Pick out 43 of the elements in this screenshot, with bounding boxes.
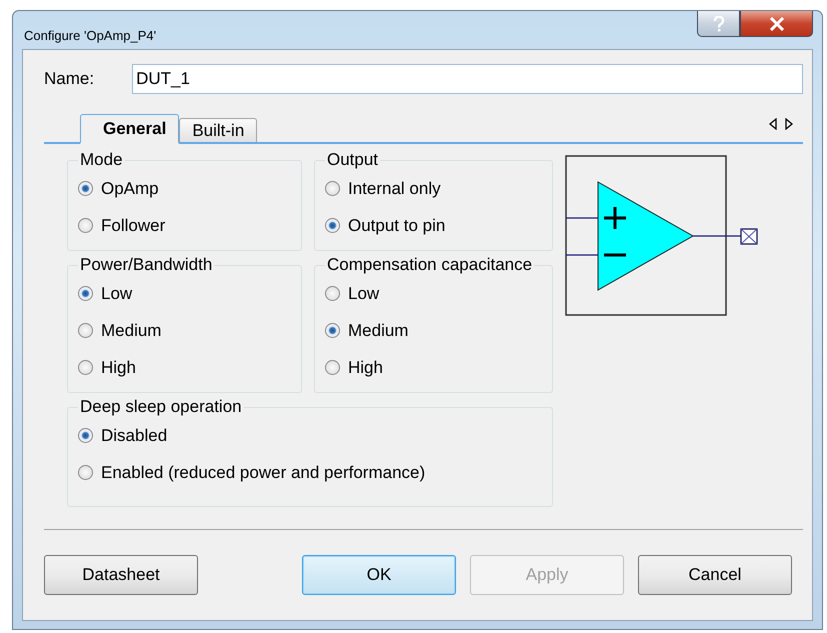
radio-button[interactable] bbox=[78, 428, 93, 443]
option-label: Enabled (reduced power and performance) bbox=[101, 462, 426, 482]
radio-button[interactable] bbox=[325, 286, 340, 301]
group-title: Output bbox=[326, 150, 380, 170]
window-title: Configure 'OpAmp_P4' bbox=[24, 28, 156, 43]
radio-button[interactable] bbox=[78, 218, 93, 233]
group-title: Deep sleep operation bbox=[79, 397, 243, 417]
radio-button[interactable] bbox=[78, 181, 93, 196]
help-button[interactable] bbox=[697, 11, 740, 37]
dialog-button[interactable]: OK bbox=[302, 555, 456, 595]
help-icon bbox=[712, 16, 724, 32]
radio-button[interactable] bbox=[78, 360, 93, 375]
option-label: High bbox=[348, 358, 383, 378]
radio-button[interactable] bbox=[325, 181, 340, 196]
name-label: Name: bbox=[44, 69, 94, 89]
close-icon bbox=[768, 16, 784, 30]
dialog-button[interactable]: Cancel bbox=[638, 555, 792, 595]
option-label: Low bbox=[348, 284, 380, 304]
radio-button[interactable] bbox=[325, 360, 340, 375]
option-label: Low bbox=[101, 284, 132, 304]
group-title: Compensation capacitance bbox=[326, 255, 534, 275]
radio-button[interactable] bbox=[78, 323, 93, 338]
scroll-left-icon[interactable] bbox=[769, 118, 777, 130]
option-label: High bbox=[101, 358, 136, 378]
radio-button[interactable] bbox=[78, 286, 93, 301]
name-field[interactable]: DUT_1 bbox=[132, 64, 803, 94]
option-label: OpAmp bbox=[101, 178, 159, 198]
option-label: Medium bbox=[101, 320, 162, 340]
close-button[interactable] bbox=[740, 11, 813, 37]
dialog-button[interactable]: Datasheet bbox=[44, 555, 198, 595]
radio-button[interactable] bbox=[325, 323, 340, 338]
option-label: Output to pin bbox=[348, 216, 446, 236]
tab[interactable]: Built-in bbox=[179, 118, 258, 144]
radio-button[interactable] bbox=[78, 465, 93, 480]
group-title: Power/Bandwidth bbox=[79, 255, 214, 275]
option-label: Medium bbox=[348, 320, 408, 340]
option-label: Internal only bbox=[348, 178, 441, 198]
option-label: Disabled bbox=[101, 426, 168, 446]
group-title: Mode bbox=[79, 150, 124, 170]
scroll-right-icon[interactable] bbox=[785, 118, 793, 130]
option-label: Follower bbox=[101, 216, 166, 236]
tab[interactable]: General bbox=[80, 114, 180, 144]
radio-button[interactable] bbox=[325, 218, 340, 233]
